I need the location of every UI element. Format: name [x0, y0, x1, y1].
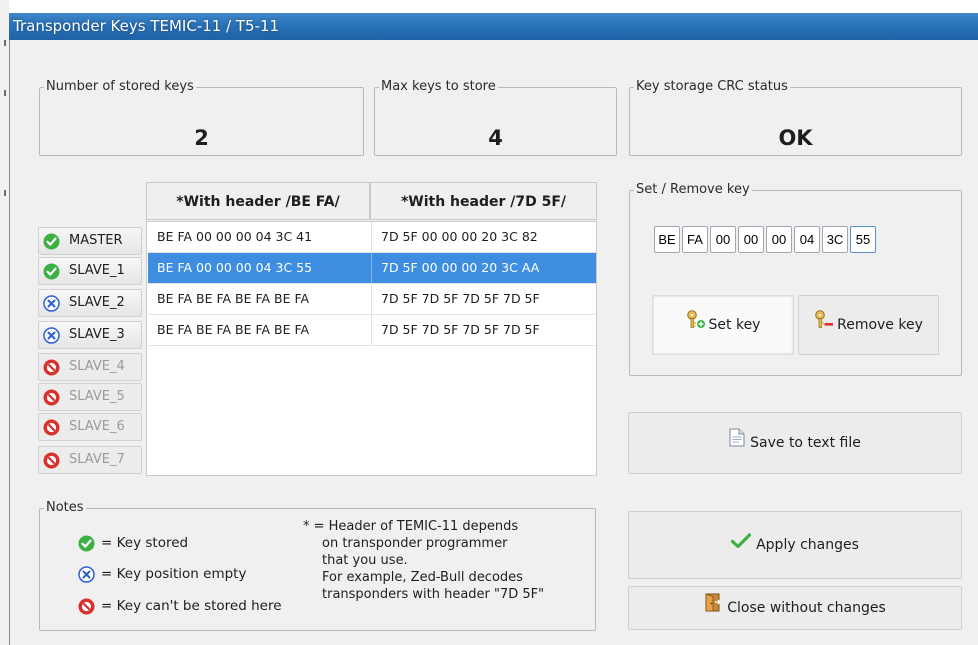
table-row[interactable]: BE FA BE FA BE FA BE FA 7D 5F 7D 5F 7D 5… — [148, 284, 596, 315]
slot-label: SLAVE_2 — [69, 295, 125, 310]
footnote-line: transponders with header "7D 5F" — [322, 587, 545, 602]
slot-button-slave-7[interactable]: SLAVE_7 — [38, 446, 142, 474]
remove-key-label: Remove key — [837, 317, 923, 333]
x-circle-icon — [43, 295, 60, 312]
key-byte-input-8[interactable] — [850, 226, 876, 253]
key-byte-input-1[interactable] — [654, 226, 680, 253]
checkmark-icon — [730, 512, 752, 578]
left-edge — [0, 0, 9, 645]
slot-button-slave-2[interactable]: SLAVE_2 — [38, 289, 142, 317]
max-keys-label: Max keys to store — [379, 79, 498, 95]
max-keys-value: 4 — [488, 126, 503, 150]
slot-button-slave-6[interactable]: SLAVE_6 — [38, 413, 142, 441]
no-entry-icon — [43, 452, 60, 469]
notes-label: Notes — [44, 500, 86, 516]
key-byte-input-4[interactable] — [738, 226, 764, 253]
keys-table[interactable]: BE FA 00 00 00 04 3C 41 7D 5F 00 00 00 2… — [146, 221, 597, 476]
legend-cant-text: = Key can't be stored here — [101, 598, 282, 614]
key-add-icon — [686, 296, 706, 354]
table-cell[interactable]: 7D 5F 7D 5F 7D 5F 7D 5F — [372, 315, 596, 345]
legend-stored: = Key stored — [78, 535, 188, 552]
slot-label: SLAVE_3 — [69, 327, 125, 342]
table-cell[interactable]: BE FA 00 00 00 04 3C 41 — [148, 222, 372, 252]
crc-status-label: Key storage CRC status — [634, 79, 790, 95]
table-cell[interactable]: BE FA 00 00 00 04 3C 55 — [148, 253, 372, 283]
stored-keys-group: Number of stored keys 2 — [39, 79, 364, 156]
slot-label: SLAVE_4 — [69, 359, 125, 374]
apply-changes-button[interactable]: Apply changes — [628, 511, 962, 579]
table-cell[interactable]: BE FA BE FA BE FA BE FA — [148, 315, 372, 345]
legend-cant: = Key can't be stored here — [78, 598, 282, 615]
window-title: Transponder Keys TEMIC-11 / T5-11 — [13, 17, 280, 35]
legend-empty: = Key position empty — [78, 566, 247, 583]
stored-keys-label: Number of stored keys — [44, 79, 196, 95]
save-to-text-file-label: Save to text file — [750, 435, 861, 451]
key-byte-input-3[interactable] — [710, 226, 736, 253]
edge-mark — [4, 90, 6, 96]
slot-button-master[interactable]: MASTER — [38, 227, 142, 255]
key-remove-icon — [814, 296, 834, 354]
slot-button-slave-1[interactable]: SLAVE_1 — [38, 257, 142, 285]
slot-button-slave-4[interactable]: SLAVE_4 — [38, 353, 142, 381]
no-entry-icon — [43, 359, 60, 376]
check-circle-icon — [78, 535, 95, 552]
close-without-changes-button[interactable]: Close without changes — [628, 586, 962, 630]
footnote-line: that you use. — [322, 553, 408, 568]
exit-door-icon — [704, 587, 722, 629]
check-circle-icon — [43, 233, 60, 250]
slot-label: MASTER — [69, 233, 123, 248]
edge-mark — [4, 190, 6, 196]
no-entry-icon — [43, 419, 60, 436]
set-key-button[interactable]: Set key — [652, 295, 794, 355]
legend-empty-text: = Key position empty — [101, 566, 247, 582]
crc-status-group: Key storage CRC status OK — [629, 79, 962, 156]
max-keys-group: Max keys to store 4 — [374, 79, 617, 156]
table-cell[interactable]: 7D 5F 00 00 00 20 3C AA — [372, 253, 596, 283]
document-icon — [729, 413, 745, 473]
table-row[interactable]: BE FA 00 00 00 04 3C 41 7D 5F 00 00 00 2… — [148, 222, 596, 253]
footnote-line: * = Header of TEMIC-11 depends — [303, 519, 519, 534]
footnote: * = Header of TEMIC-11 depends on transp… — [303, 518, 544, 603]
key-byte-input-7[interactable] — [822, 226, 848, 253]
remove-key-button[interactable]: Remove key — [798, 295, 939, 355]
table-cell[interactable]: 7D 5F 7D 5F 7D 5F 7D 5F — [372, 284, 596, 314]
x-circle-icon — [43, 327, 60, 344]
key-byte-input-2[interactable] — [682, 226, 708, 253]
x-circle-icon — [78, 566, 95, 583]
key-byte-input-5[interactable] — [766, 226, 792, 253]
slot-label: SLAVE_7 — [69, 452, 125, 467]
table-row-selected[interactable]: BE FA 00 00 00 04 3C 55 7D 5F 00 00 00 2… — [148, 253, 596, 284]
crc-status-value: OK — [778, 126, 813, 150]
close-without-changes-label: Close without changes — [727, 600, 886, 616]
no-entry-icon — [43, 389, 60, 406]
column-header-be-fa[interactable]: *With header /BE FA/ — [146, 182, 370, 220]
save-to-text-file-button[interactable]: Save to text file — [628, 412, 962, 474]
set-key-label: Set key — [708, 317, 761, 333]
footnote-line: For example, Zed-Bull decodes — [322, 570, 523, 585]
edge-mark — [4, 40, 6, 46]
table-cell[interactable]: BE FA BE FA BE FA BE FA — [148, 284, 372, 314]
check-circle-icon — [43, 263, 60, 280]
key-byte-input-6[interactable] — [794, 226, 820, 253]
table-cell[interactable]: 7D 5F 00 00 00 20 3C 82 — [372, 222, 596, 252]
column-header-7d-5f[interactable]: *With header /7D 5F/ — [370, 182, 597, 220]
table-row[interactable]: BE FA BE FA BE FA BE FA 7D 5F 7D 5F 7D 5… — [148, 315, 596, 346]
slot-label: SLAVE_5 — [69, 389, 125, 404]
apply-changes-label: Apply changes — [756, 537, 859, 553]
stored-keys-value: 2 — [194, 126, 209, 150]
slot-label: SLAVE_1 — [69, 263, 125, 278]
title-bar[interactable]: Transponder Keys TEMIC-11 / T5-11 — [9, 13, 978, 40]
set-remove-key-label: Set / Remove key — [634, 182, 752, 198]
footnote-line: on transponder programmer — [322, 536, 508, 551]
slot-button-slave-3[interactable]: SLAVE_3 — [38, 321, 142, 349]
no-entry-icon — [78, 598, 95, 615]
slot-button-slave-5[interactable]: SLAVE_5 — [38, 383, 142, 411]
slot-label: SLAVE_6 — [69, 419, 125, 434]
